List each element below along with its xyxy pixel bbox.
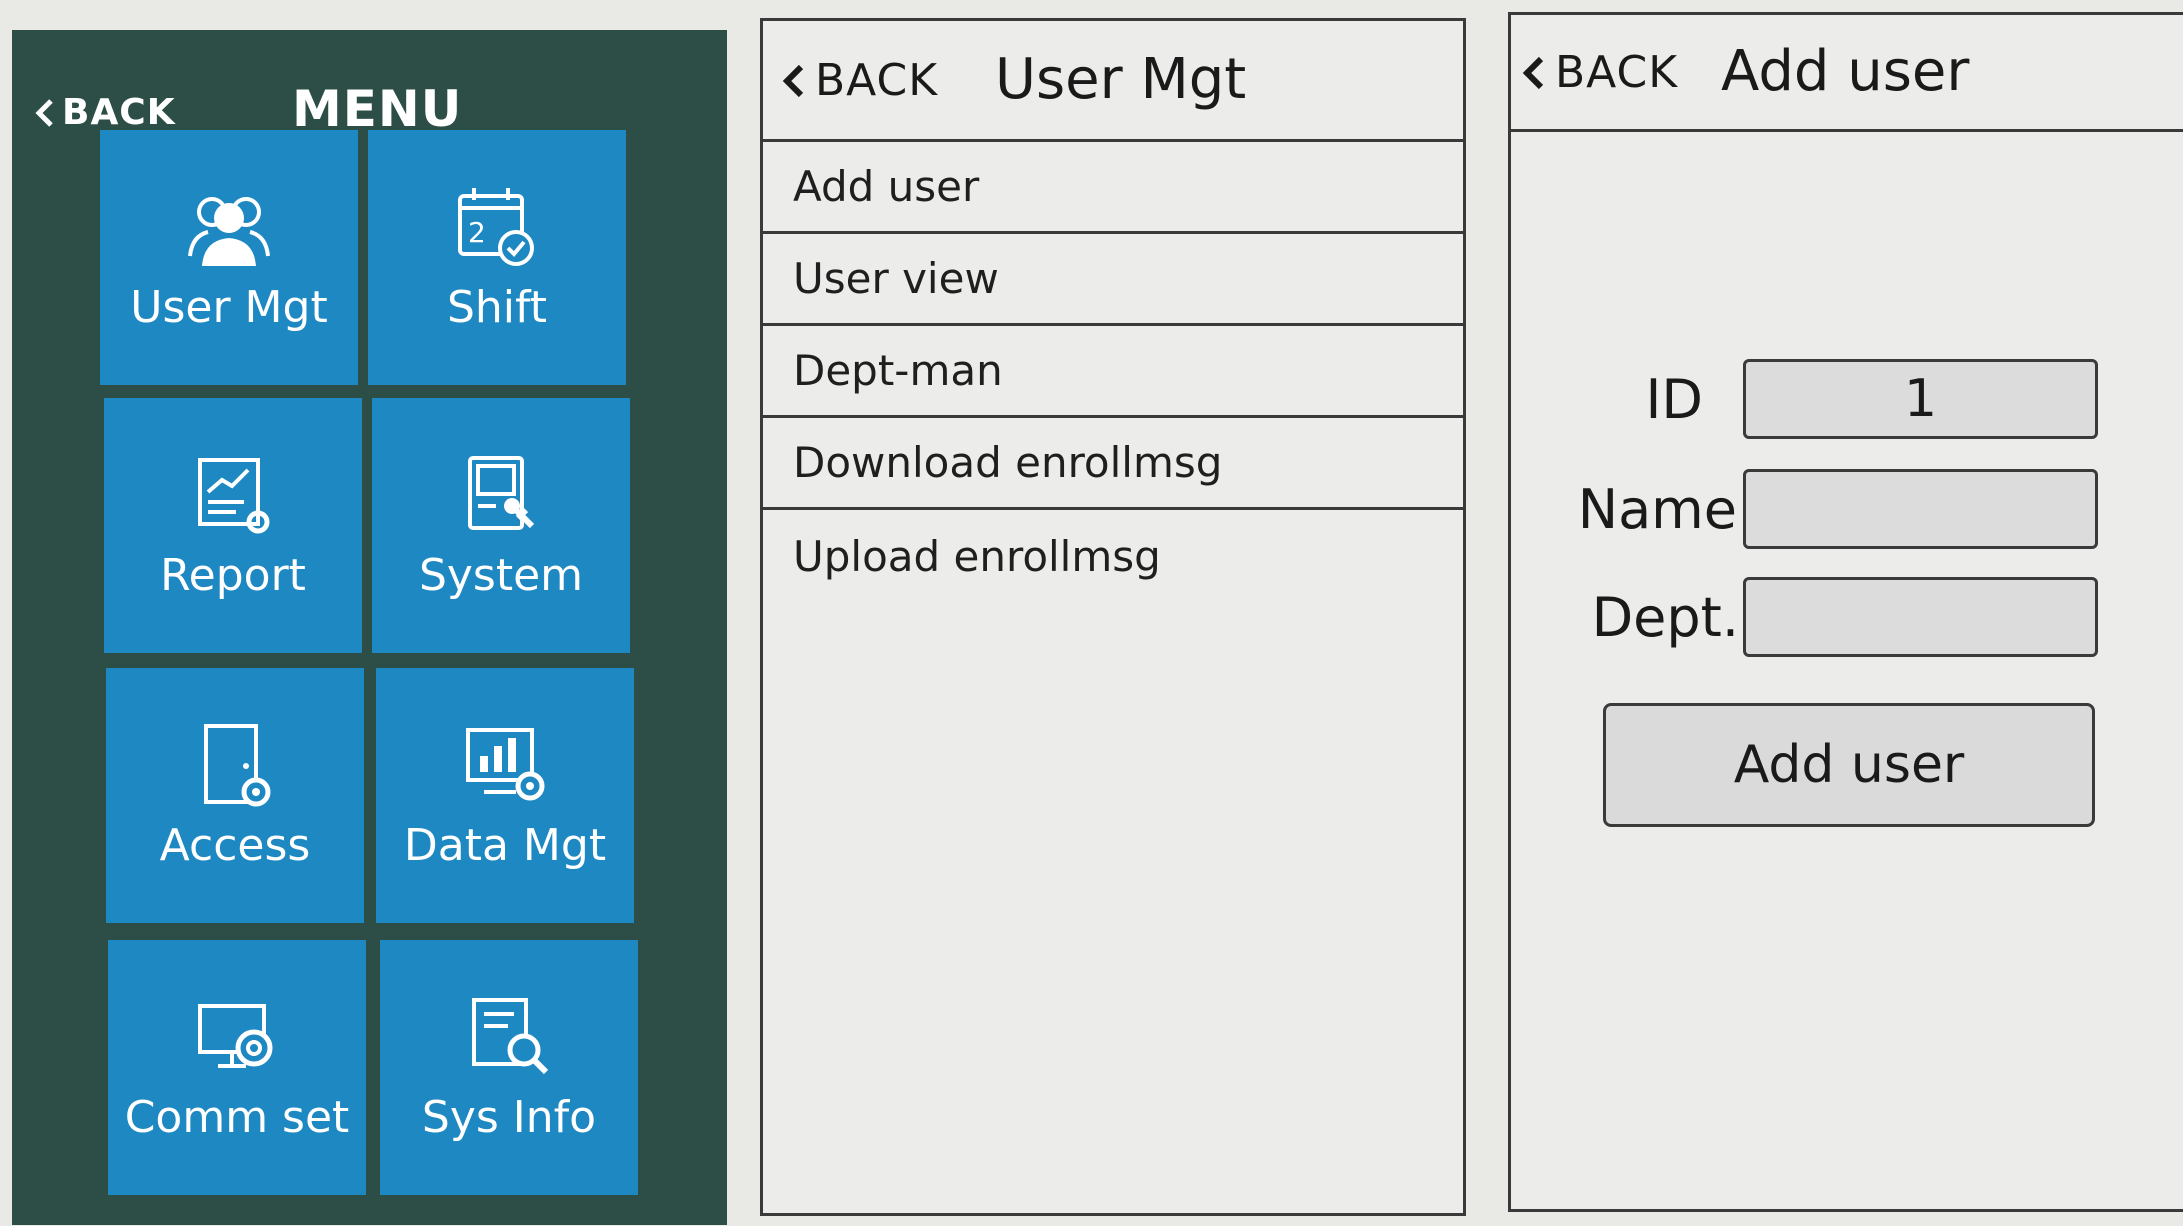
id-label: ID (1645, 367, 1703, 431)
menu-back-button[interactable]: BACK (34, 92, 176, 133)
menu-panel: BACK MENU User Mgt 2 Shift Report System… (12, 30, 727, 1225)
user-mgt-back-button[interactable]: BACK (781, 55, 938, 106)
tile-label: Shift (446, 282, 547, 333)
back-label: BACK (815, 55, 939, 106)
report-chart-icon (188, 450, 278, 540)
chevron-left-icon (1522, 56, 1544, 89)
tile-label: Access (159, 820, 311, 871)
monitor-gear-icon (192, 992, 282, 1082)
add-user-button[interactable]: Add user (1603, 703, 2095, 827)
tile-system[interactable]: System (372, 398, 630, 653)
dept-label: Dept. (1591, 585, 1739, 649)
menu-item-dept-man[interactable]: Dept-man (763, 326, 1463, 418)
calendar-check-icon: 2 (452, 182, 542, 272)
user-mgt-header: BACK User Mgt (763, 21, 1463, 142)
menu-item-add-user[interactable]: Add user (763, 142, 1463, 234)
add-user-title: Add user (1721, 39, 1970, 104)
tile-label: System (418, 550, 584, 601)
info-search-icon (464, 992, 554, 1082)
tile-label: Comm set (124, 1092, 350, 1143)
tile-label: Report (160, 550, 306, 601)
menu-item-user-view[interactable]: User view (763, 234, 1463, 326)
id-input[interactable]: 1 (1743, 359, 2098, 439)
tile-report[interactable]: Report (104, 398, 362, 653)
name-label: Name (1577, 477, 1737, 541)
menu-item-download-enrollmsg[interactable]: Download enrollmsg (763, 418, 1463, 510)
name-field-row: Name (1571, 469, 2098, 549)
tile-sys-info[interactable]: Sys Info (380, 940, 638, 1195)
tile-user-mgt[interactable]: User Mgt (100, 130, 358, 385)
back-label: BACK (1555, 47, 1679, 98)
tile-label: User Mgt (130, 282, 328, 333)
tile-access[interactable]: Access (106, 668, 364, 923)
menu-back-label: BACK (62, 92, 176, 133)
chevron-left-icon (782, 64, 804, 97)
id-field-row: ID 1 (1571, 359, 2098, 439)
add-user-back-button[interactable]: BACK (1521, 47, 1678, 98)
tile-label: Sys Info (421, 1092, 597, 1143)
add-user-header: BACK Add user (1511, 15, 2183, 132)
svg-text:2: 2 (468, 216, 486, 249)
tile-label: Data Mgt (403, 820, 607, 871)
tile-comm-set[interactable]: Comm set (108, 940, 366, 1195)
name-input[interactable] (1743, 469, 2098, 549)
tile-data-mgt[interactable]: Data Mgt (376, 668, 634, 923)
system-settings-icon (456, 450, 546, 540)
dept-input[interactable] (1743, 577, 2098, 657)
tile-shift[interactable]: 2 Shift (368, 130, 626, 385)
chevron-left-icon (35, 98, 53, 127)
menu-item-upload-enrollmsg[interactable]: Upload enrollmsg (763, 510, 1463, 602)
add-user-panel: BACK Add user ID 1 Name Dept. Add user (1508, 12, 2183, 1212)
user-mgt-panel: BACK User Mgt Add user User view Dept-ma… (760, 18, 1466, 1216)
door-gear-icon (190, 720, 280, 810)
users-icon (184, 182, 274, 272)
data-chart-gear-icon (460, 720, 550, 810)
dept-field-row: Dept. (1571, 577, 2098, 657)
user-mgt-title: User Mgt (995, 47, 1247, 112)
